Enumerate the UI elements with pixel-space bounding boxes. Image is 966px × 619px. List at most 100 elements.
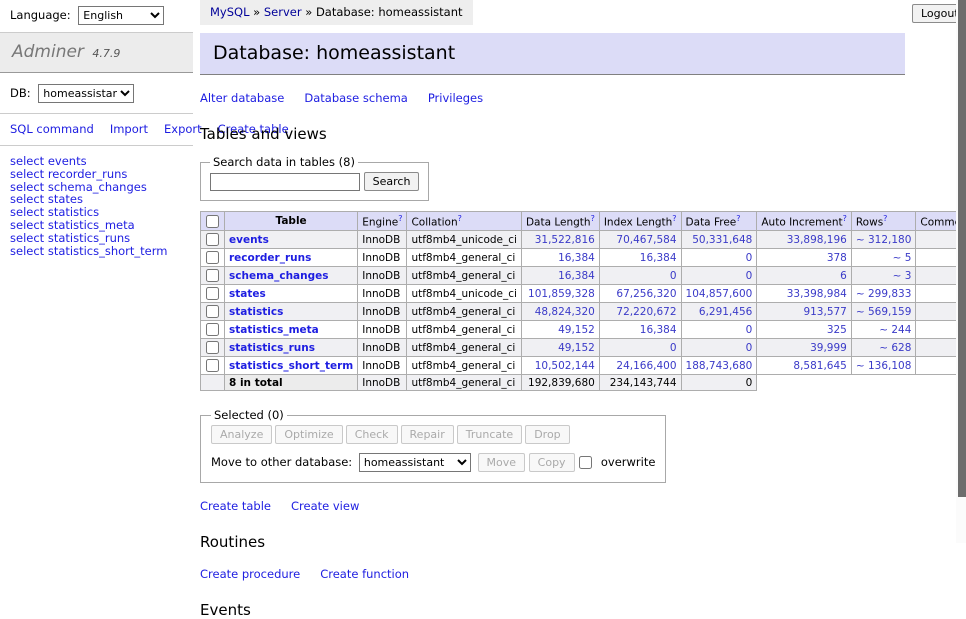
- routine-link-create-procedure[interactable]: Create procedure: [200, 567, 300, 581]
- index-length-cell: 67,256,320: [599, 285, 681, 303]
- engine-cell: InnoDB: [358, 321, 407, 339]
- db-nav-alter-database[interactable]: Alter database: [200, 91, 284, 105]
- table-link-recorder-runs[interactable]: recorder_runs: [229, 252, 311, 264]
- language-select[interactable]: English: [78, 6, 164, 25]
- column-help-link[interactable]: ?: [736, 214, 740, 223]
- column-help-link[interactable]: ?: [591, 214, 595, 223]
- events-title: Events: [200, 601, 905, 619]
- collation-cell: utf8mb4_general_ci: [407, 321, 521, 339]
- db-nav-privileges[interactable]: Privileges: [428, 91, 483, 105]
- row-checkbox-statistics-short-term[interactable]: [206, 359, 219, 372]
- page-scrollbar[interactable]: [956, 0, 966, 543]
- rows-count-link[interactable]: ~ 5: [893, 252, 912, 264]
- sidebar-link-select-recorder-runs[interactable]: select recorder_runs: [10, 168, 183, 181]
- engine-cell: InnoDB: [358, 303, 407, 321]
- breadcrumb-item-mysql[interactable]: MySQL: [210, 5, 250, 19]
- table-row-states: statesInnoDButf8mb4_unicode_ci101,859,32…: [201, 285, 966, 303]
- truncate-button[interactable]: Truncate: [457, 425, 522, 444]
- scrollbar-thumb[interactable]: [958, 0, 966, 497]
- column-help-link[interactable]: ?: [883, 214, 887, 223]
- rows-count-link[interactable]: ~ 136,108: [856, 360, 912, 372]
- column-header-table: Table: [225, 212, 358, 231]
- routine-link-create-function[interactable]: Create function: [320, 567, 409, 581]
- analyze-button[interactable]: Analyze: [211, 425, 272, 444]
- table-row-statistics-runs: statistics_runsInnoDButf8mb4_general_ci4…: [201, 339, 966, 357]
- collation-cell: utf8mb4_general_ci: [407, 357, 521, 375]
- column-help-link[interactable]: ?: [672, 214, 676, 223]
- table-link-statistics[interactable]: statistics: [229, 306, 283, 318]
- total-collation-cell: utf8mb4_general_ci: [407, 375, 521, 391]
- row-checkbox-cell: [201, 303, 225, 321]
- rows-count-link[interactable]: ~ 312,180: [856, 234, 912, 246]
- language-row: Language: English: [0, 0, 193, 32]
- sidebar-table-links: select eventsselect recorder_runsselect …: [0, 146, 193, 266]
- search-button[interactable]: Search: [364, 172, 420, 191]
- auto-increment-cell: 33,898,196: [757, 231, 852, 249]
- table-name-cell: states: [225, 285, 358, 303]
- drop-button[interactable]: Drop: [525, 425, 569, 444]
- row-checkbox-recorder-runs[interactable]: [206, 251, 219, 264]
- table-row-schema-changes: schema_changesInnoDButf8mb4_general_ci16…: [201, 267, 966, 285]
- row-checkbox-cell: [201, 357, 225, 375]
- routine-links: Create procedure Create function: [200, 567, 905, 581]
- total-engine-cell: InnoDB: [358, 375, 407, 391]
- sidebar-link-select-statistics-short-term[interactable]: select statistics_short_term: [10, 245, 183, 258]
- breadcrumb-item-server[interactable]: Server: [264, 5, 302, 19]
- row-checkbox-schema-changes[interactable]: [206, 269, 219, 282]
- rows-count-link[interactable]: ~ 244: [879, 324, 911, 336]
- move-button[interactable]: Move: [478, 453, 526, 472]
- column-help-link[interactable]: ?: [843, 214, 847, 223]
- create-link-create-view[interactable]: Create view: [291, 499, 359, 513]
- total-empty-cell: [201, 375, 225, 391]
- overwrite-label: overwrite: [601, 455, 656, 469]
- overwrite-checkbox[interactable]: [579, 456, 592, 469]
- table-link-states[interactable]: states: [229, 288, 266, 300]
- auto-increment-cell: 6: [757, 267, 852, 285]
- row-checkbox-statistics-runs[interactable]: [206, 341, 219, 354]
- column-help-link[interactable]: ?: [398, 214, 402, 223]
- total-data-length-cell: 192,839,680: [521, 375, 599, 391]
- repair-button[interactable]: Repair: [401, 425, 454, 444]
- search-input[interactable]: [210, 173, 360, 191]
- row-checkbox-events[interactable]: [206, 233, 219, 246]
- check-button[interactable]: Check: [346, 425, 398, 444]
- table-link-statistics-short-term[interactable]: statistics_short_term: [229, 360, 353, 372]
- rows-count-link[interactable]: ~ 569,159: [856, 306, 912, 318]
- rows-count-link[interactable]: ~ 3: [893, 270, 912, 282]
- index-length-cell: 0: [599, 267, 681, 285]
- app-name: Adminer: [12, 42, 84, 62]
- sidebar-link-select-events[interactable]: select events: [10, 155, 183, 168]
- move-database-select[interactable]: homeassistant: [359, 453, 471, 472]
- data-free-cell: 50,331,648: [681, 231, 757, 249]
- column-header-auto-increment: Auto Increment?: [757, 212, 852, 231]
- table-link-events[interactable]: events: [229, 234, 269, 246]
- sidebar-action-import[interactable]: Import: [110, 122, 148, 136]
- create-links: Create table Create view: [200, 499, 905, 513]
- optimize-button[interactable]: Optimize: [275, 425, 342, 444]
- select-all-checkbox[interactable]: [206, 215, 219, 228]
- db-select[interactable]: homeassistant: [38, 84, 134, 103]
- sidebar-link-select-statistics-meta[interactable]: select statistics_meta: [10, 219, 183, 232]
- row-checkbox-statistics[interactable]: [206, 305, 219, 318]
- sidebar-action-export[interactable]: Export: [164, 122, 202, 136]
- table-link-statistics-runs[interactable]: statistics_runs: [229, 342, 315, 354]
- copy-button[interactable]: Copy: [529, 453, 575, 472]
- sidebar-link-select-statistics-runs[interactable]: select statistics_runs: [10, 232, 183, 245]
- app-version: 4.7.9: [92, 47, 120, 60]
- rows-cell: ~ 628: [851, 339, 916, 357]
- db-selector-row: DB: homeassistant: [0, 73, 193, 114]
- row-checkbox-statistics-meta[interactable]: [206, 323, 219, 336]
- db-nav-database-schema[interactable]: Database schema: [304, 91, 407, 105]
- row-checkbox-states[interactable]: [206, 287, 219, 300]
- collation-cell: utf8mb4_unicode_ci: [407, 231, 521, 249]
- rows-count-link[interactable]: ~ 628: [879, 342, 911, 354]
- sidebar-action-sql-command[interactable]: SQL command: [10, 122, 94, 136]
- column-header-rows: Rows?: [851, 212, 916, 231]
- rows-count-link[interactable]: ~ 299,833: [856, 288, 912, 300]
- table-link-statistics-meta[interactable]: statistics_meta: [229, 324, 319, 336]
- select-all-cell: [201, 212, 225, 231]
- app-logo: Adminer 4.7.9: [0, 32, 193, 73]
- column-help-link[interactable]: ?: [458, 214, 462, 223]
- table-link-schema-changes[interactable]: schema_changes: [229, 270, 329, 282]
- create-link-create-table[interactable]: Create table: [200, 499, 271, 513]
